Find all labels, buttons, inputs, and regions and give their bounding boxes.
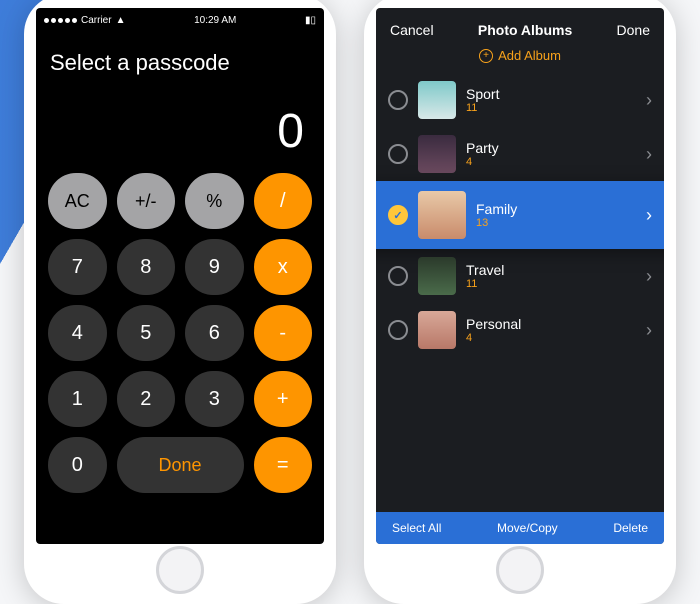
album-row-travel[interactable]: Travel 11 ›	[376, 249, 664, 303]
album-count: 11	[466, 102, 636, 114]
key-percent[interactable]: %	[185, 173, 244, 229]
cancel-button[interactable]: Cancel	[390, 22, 434, 38]
key-6[interactable]: 6	[185, 305, 244, 361]
passcode-title: Select a passcode	[36, 32, 324, 80]
album-name: Personal	[466, 316, 636, 332]
chevron-right-icon: ›	[646, 144, 652, 165]
radio-unchecked-icon[interactable]	[388, 320, 408, 340]
album-thumbnail	[418, 191, 466, 239]
album-thumbnail	[418, 135, 456, 173]
home-button[interactable]	[496, 546, 544, 594]
battery-icon: ▮▯	[305, 15, 316, 26]
key-equals[interactable]: =	[254, 437, 313, 493]
wifi-icon: ▲	[116, 15, 126, 26]
radio-checked-icon[interactable]: ✓	[388, 205, 408, 225]
status-bar: Carrier ▲ 10:29 AM ▮▯	[36, 8, 324, 32]
radio-unchecked-icon[interactable]	[388, 90, 408, 110]
done-button[interactable]: Done	[617, 22, 650, 38]
album-row-party[interactable]: Party 4 ›	[376, 127, 664, 181]
key-5[interactable]: 5	[117, 305, 176, 361]
chevron-right-icon: ›	[646, 205, 652, 226]
key-plusminus[interactable]: +/-	[117, 173, 176, 229]
album-row-personal[interactable]: Personal 4 ›	[376, 303, 664, 357]
album-name: Party	[466, 140, 636, 156]
key-subtract[interactable]: -	[254, 305, 313, 361]
album-count: 4	[466, 332, 636, 344]
key-ac[interactable]: AC	[48, 173, 107, 229]
album-count: 4	[466, 156, 636, 168]
signal-icon	[44, 18, 77, 23]
bottom-toolbar: Select All Move/Copy Delete	[376, 512, 664, 544]
phone-mock-right: Cancel Photo Albums Done + Add Album Spo…	[364, 0, 676, 604]
key-0[interactable]: 0	[48, 437, 107, 493]
album-name: Sport	[466, 86, 636, 102]
key-7[interactable]: 7	[48, 239, 107, 295]
key-multiply[interactable]: x	[254, 239, 313, 295]
move-copy-button[interactable]: Move/Copy	[497, 521, 558, 535]
add-album-button[interactable]: + Add Album	[376, 46, 664, 73]
album-count: 11	[466, 278, 636, 290]
album-row-sport[interactable]: Sport 11 ›	[376, 73, 664, 127]
radio-unchecked-icon[interactable]	[388, 266, 408, 286]
album-count: 13	[476, 217, 636, 229]
home-button[interactable]	[156, 546, 204, 594]
key-4[interactable]: 4	[48, 305, 107, 361]
nav-title: Photo Albums	[478, 22, 572, 38]
radio-unchecked-icon[interactable]	[388, 144, 408, 164]
albums-screen: Cancel Photo Albums Done + Add Album Spo…	[376, 8, 664, 544]
album-row-family[interactable]: ✓ Family 13 ›	[376, 181, 664, 249]
key-8[interactable]: 8	[117, 239, 176, 295]
key-2[interactable]: 2	[117, 371, 176, 427]
key-divide[interactable]: /	[254, 173, 313, 229]
chevron-right-icon: ›	[646, 320, 652, 341]
carrier-label: Carrier	[81, 15, 112, 26]
clock-label: 10:29 AM	[194, 15, 236, 26]
nav-bar: Cancel Photo Albums Done	[376, 8, 664, 46]
album-name: Family	[476, 201, 636, 217]
delete-button[interactable]: Delete	[613, 521, 648, 535]
phone-mock-left: Carrier ▲ 10:29 AM ▮▯ Select a passcode …	[24, 0, 336, 604]
passcode-display: 0	[36, 80, 324, 165]
album-name: Travel	[466, 262, 636, 278]
keypad: AC +/- % / 7 8 9 x 4 5 6 - 1 2 3 + 0 Don…	[36, 165, 324, 505]
add-album-label: Add Album	[498, 48, 561, 63]
album-thumbnail	[418, 257, 456, 295]
select-all-button[interactable]: Select All	[392, 521, 441, 535]
done-button[interactable]: Done	[117, 437, 244, 493]
chevron-right-icon: ›	[646, 266, 652, 287]
key-9[interactable]: 9	[185, 239, 244, 295]
album-thumbnail	[418, 311, 456, 349]
key-add[interactable]: +	[254, 371, 313, 427]
key-3[interactable]: 3	[185, 371, 244, 427]
chevron-right-icon: ›	[646, 90, 652, 111]
calculator-screen: Carrier ▲ 10:29 AM ▮▯ Select a passcode …	[36, 8, 324, 544]
key-1[interactable]: 1	[48, 371, 107, 427]
plus-icon: +	[479, 49, 493, 63]
album-thumbnail	[418, 81, 456, 119]
